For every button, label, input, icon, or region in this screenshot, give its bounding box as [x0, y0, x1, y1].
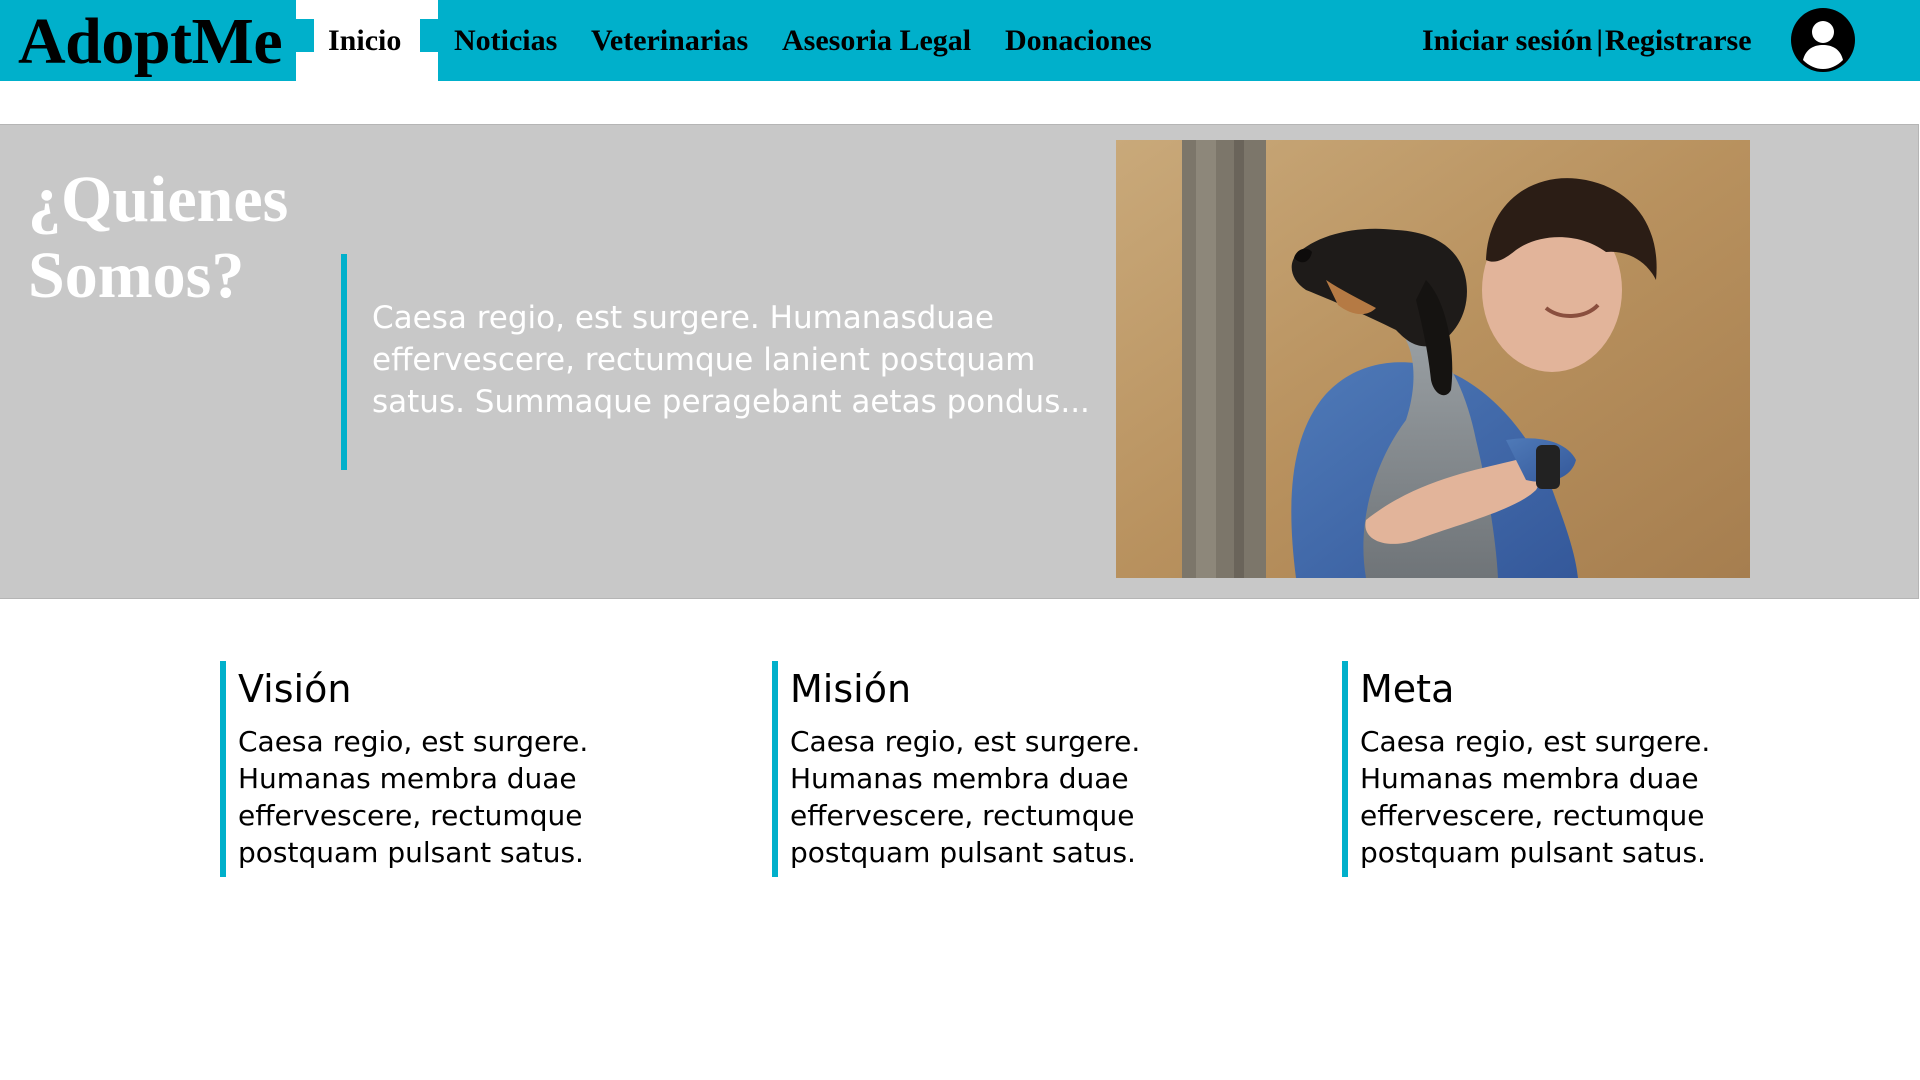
meta-text: Caesa regio, est surgere. Humanas membra…	[1360, 725, 1711, 869]
mision-text: Caesa regio, est surgere. Humanas membra…	[790, 725, 1141, 869]
auth-separator: |	[1596, 23, 1603, 57]
register-link[interactable]: Registrarse	[1605, 24, 1752, 58]
nav-veterinarias[interactable]: Veterinarias	[591, 0, 748, 81]
nav-noticias[interactable]: Noticias	[454, 0, 557, 81]
hero-title: ¿Quienes Somos?	[28, 163, 289, 312]
mision-card: Misión Caesa regio, est surgere. Humanas…	[772, 661, 1170, 877]
meta-title: Meta	[1360, 667, 1455, 711]
vision-title: Visión	[238, 667, 352, 711]
vision-text: Caesa regio, est surgere. Humanas membra…	[238, 725, 589, 869]
nav-asesoria-legal[interactable]: Asesoria Legal	[782, 0, 971, 81]
brand-logo[interactable]: AdoptMe	[18, 4, 283, 80]
nav-inicio[interactable]: Inicio	[328, 0, 401, 81]
vision-card: Visión Caesa regio, est surgere. Humanas…	[220, 661, 618, 877]
hero-description: Caesa regio, est surgere. Humanasduae ef…	[372, 300, 1090, 420]
auth-links: Iniciar sesión | Registrarse	[1422, 0, 1752, 81]
hero-accent-divider	[341, 254, 347, 470]
man-hugging-dog-photo	[1116, 140, 1750, 578]
user-silhouette-icon	[1793, 10, 1853, 70]
login-link[interactable]: Iniciar sesión	[1422, 24, 1592, 58]
nav-donaciones[interactable]: Donaciones	[1005, 0, 1152, 81]
user-avatar-icon[interactable]	[1791, 8, 1855, 72]
meta-card: Meta Caesa regio, est surgere. Humanas m…	[1342, 661, 1740, 877]
mision-title: Misión	[790, 667, 912, 711]
